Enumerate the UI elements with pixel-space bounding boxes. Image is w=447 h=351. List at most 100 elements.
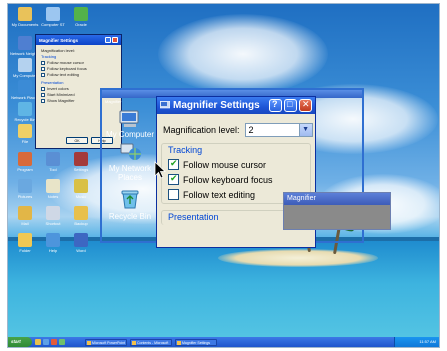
desktop-icon[interactable]: Backup [66, 206, 96, 226]
tracking-header: Tracking [168, 145, 203, 155]
app-icon [74, 179, 88, 193]
app-icon [74, 152, 88, 166]
window-title: Magnifier Settings [173, 100, 260, 111]
checkbox[interactable] [41, 93, 45, 97]
desktop-icon[interactable]: Shortcut [38, 206, 68, 226]
icon-label: Mail [21, 221, 29, 226]
checkbox-label: Show Magnifier [47, 98, 75, 103]
recycle-bin-icon [121, 190, 139, 209]
quick-launch-icon[interactable] [35, 339, 41, 345]
app-icon [18, 80, 32, 94]
checkbox-row[interactable]: Follow text editing [36, 72, 121, 78]
follow-keyboard-focus-checkbox[interactable] [168, 173, 179, 185]
app-icon [18, 36, 32, 50]
help-button[interactable]: ? [269, 99, 282, 112]
icon-label: Settings [73, 167, 89, 172]
icon-label: Help [48, 248, 58, 253]
quick-launch-icon[interactable] [51, 339, 57, 345]
follow-mouse-cursor-checkbox[interactable] [168, 158, 179, 170]
desktop-icon[interactable]: Computer ST [38, 7, 68, 27]
follow-keyboard-focus-option[interactable]: Follow keyboard focus [168, 173, 310, 185]
checkbox[interactable] [41, 73, 45, 77]
system-tray-clock: 11:57 AM [394, 337, 439, 347]
taskbar: start Microsoft PowerPoint Contents - Mi… [8, 337, 439, 347]
app-icon [46, 7, 60, 21]
option-label: Follow mouse cursor [183, 159, 267, 170]
desktop-icon[interactable]: Mail [10, 206, 40, 226]
option-label: Follow text editing [183, 189, 256, 200]
desktop-icon[interactable]: Word [66, 233, 96, 253]
magnifier-view-title: Magnifier [105, 99, 122, 104]
close-button[interactable]: ✕ [299, 99, 312, 112]
follow-text-editing-checkbox[interactable] [168, 189, 179, 200]
magnifier-titlebar[interactable]: Magnifier [284, 193, 390, 205]
checkbox[interactable] [41, 61, 45, 65]
icon-label: Shortcut [45, 221, 61, 226]
checkbox[interactable] [41, 99, 45, 103]
magnification-level-value: 2 [248, 125, 254, 135]
desktop-icon-recycle-bin[interactable]: Recycle Bin [106, 188, 154, 221]
app-icon [46, 179, 60, 193]
window-title: Magnifier Settings [39, 37, 79, 43]
desktop-icon[interactable]: Folder [10, 233, 40, 253]
desktop-screen: My Documents Computer ST Oracle Network Nei… [7, 3, 440, 348]
icon-label: Folder [19, 248, 31, 253]
desktop-icon-my-computer[interactable]: My Computer [106, 110, 154, 139]
app-icon [74, 206, 88, 220]
desktop-icon[interactable]: Program [10, 152, 40, 172]
checkbox-label: Follow text editing [47, 72, 80, 77]
maximize-icon: □ [287, 99, 293, 109]
icon-label: Oracle [75, 22, 87, 27]
icon-label: Notes [47, 194, 59, 199]
app-icon [18, 152, 32, 166]
checkbox[interactable] [41, 87, 45, 91]
desktop-icon[interactable]: Music [66, 179, 96, 199]
help-icon[interactable] [105, 37, 111, 43]
magnifier-window[interactable]: Magnifier [283, 192, 391, 230]
desktop-icon[interactable]: My Documents [10, 7, 40, 27]
small-window-titlebar[interactable]: Magnifier Settings [36, 35, 121, 45]
app-icon [46, 206, 60, 220]
taskbar-button-contents[interactable]: Contents - Microsoft [130, 338, 172, 346]
magnifier-app-icon [160, 101, 170, 109]
desktop-icon-my-network-places[interactable]: My Network Places [106, 142, 154, 182]
app-icon [18, 179, 32, 193]
app-icon [74, 7, 88, 21]
maximize-button[interactable]: □ [284, 99, 297, 112]
app-icon [18, 233, 32, 247]
close-icon[interactable] [112, 37, 118, 43]
follow-mouse-cursor-option[interactable]: Follow mouse cursor [168, 158, 310, 170]
icon-label: My Network Places [108, 164, 152, 182]
desktop-icon[interactable]: Notes [38, 179, 68, 199]
magnification-level-row: Magnification level: 2 ▼ [157, 114, 315, 137]
app-icon [74, 233, 88, 247]
computer-icon [119, 110, 139, 127]
icon-label: Program [17, 167, 33, 172]
desktop-icon[interactable]: Oracle [66, 7, 96, 27]
start-button[interactable]: start [8, 337, 32, 347]
taskbar-button-magnifier-settings[interactable]: Magnifier Settings [175, 338, 217, 346]
quick-launch [35, 339, 65, 345]
desktop-icon[interactable]: Settings [66, 152, 96, 172]
ok-button[interactable]: OK [66, 137, 88, 144]
app-icon [46, 233, 60, 247]
taskbar-button-powerpoint[interactable]: Microsoft PowerPoint [85, 338, 127, 346]
quick-launch-icon[interactable] [59, 339, 65, 345]
desktop-icon[interactable]: Help [38, 233, 68, 253]
chevron-down-icon[interactable]: ▼ [298, 124, 312, 136]
icon-label: Backup [74, 221, 88, 226]
desktop-icon[interactable]: Pictures [10, 179, 40, 199]
icon-label: Computer ST [41, 22, 65, 27]
app-icon [18, 7, 32, 21]
magnification-level-select[interactable]: 2 ▼ [244, 123, 313, 137]
network-places-icon [120, 143, 141, 160]
desktop-icon[interactable]: Tool [38, 152, 68, 172]
icon-label: Word [76, 248, 86, 253]
app-icon [46, 152, 60, 166]
quick-launch-icon[interactable] [43, 339, 49, 345]
window-titlebar[interactable]: Magnifier Settings ? □ ✕ [157, 97, 315, 114]
checkbox[interactable] [41, 67, 45, 71]
app-icon [18, 102, 32, 116]
cloud [158, 14, 328, 94]
app-icon [18, 58, 32, 72]
